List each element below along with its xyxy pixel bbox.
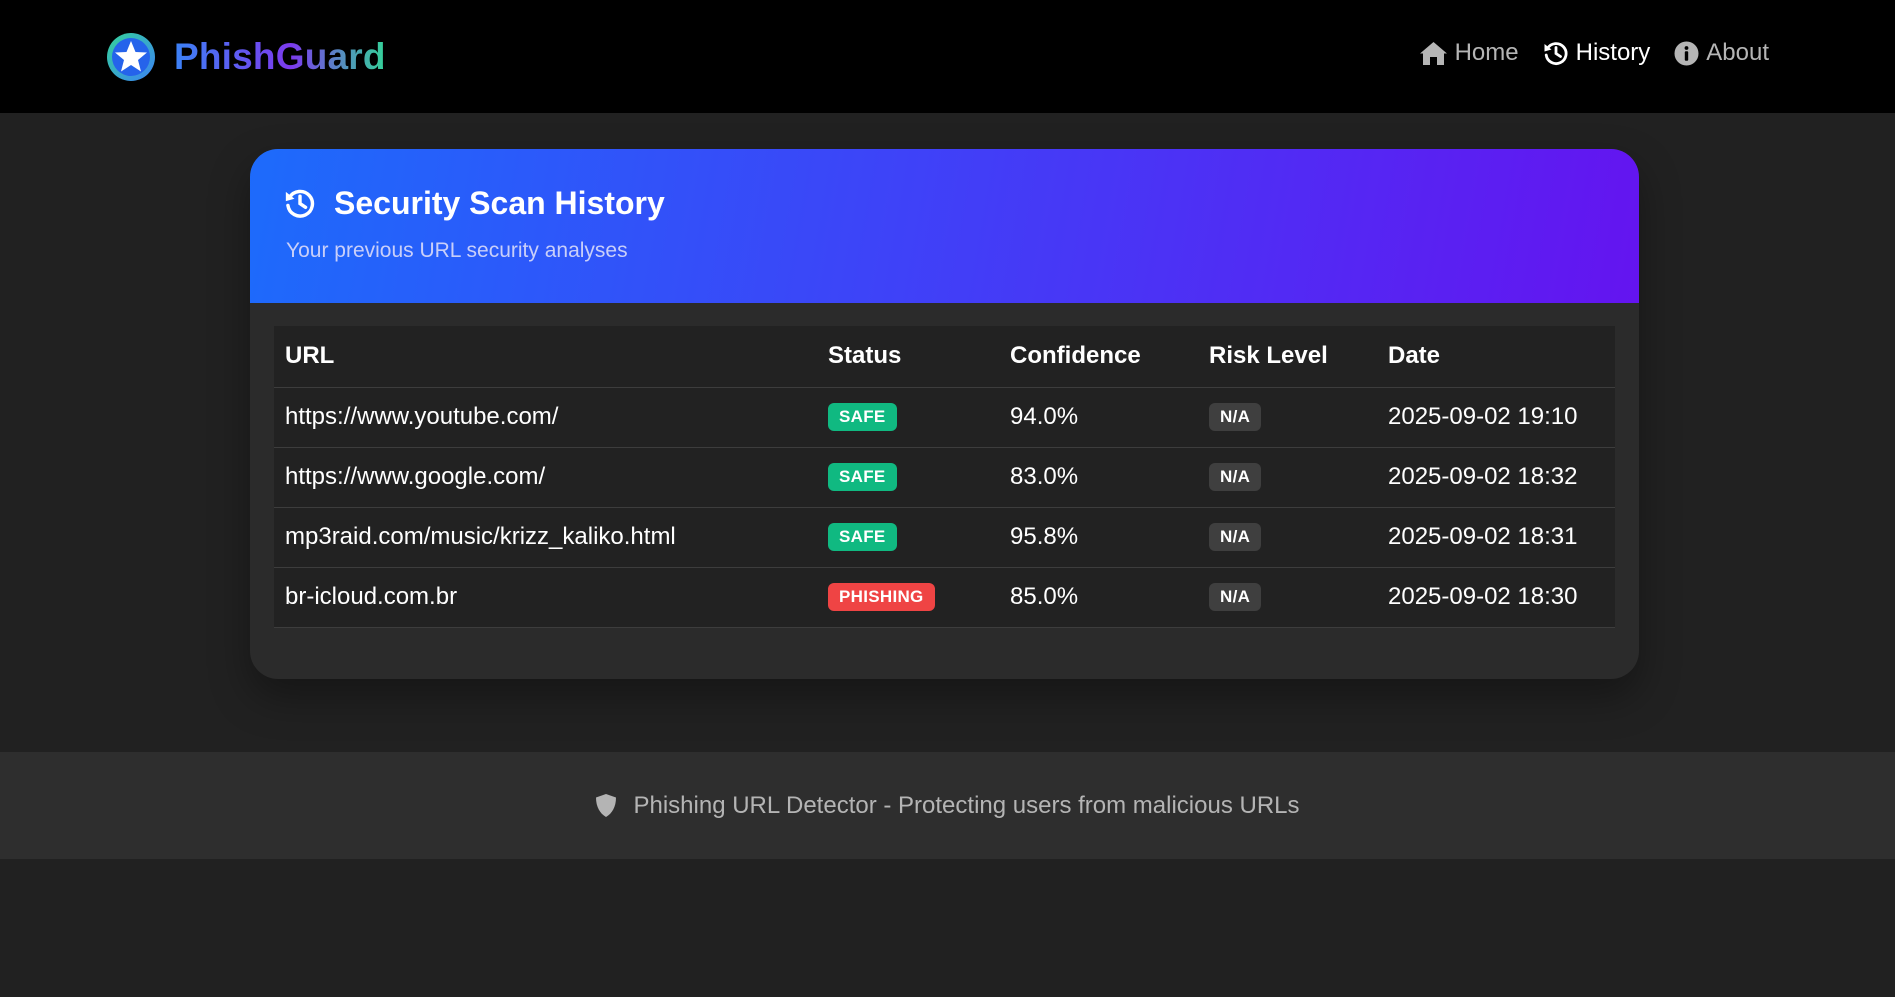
history-icon bbox=[285, 189, 315, 218]
url-cell: https://www.youtube.com/ bbox=[274, 387, 817, 448]
footer-content: Phishing URL Detector - Protecting users… bbox=[595, 791, 1300, 820]
table-header-row: URL Status Confidence Risk Level Date bbox=[274, 326, 1615, 388]
card-header: Security Scan History Your previous URL … bbox=[250, 149, 1639, 303]
table-row: https://www.google.com/ SAFE 83.0% N/A 2… bbox=[274, 447, 1615, 508]
status-badge: SAFE bbox=[828, 523, 897, 552]
risk-cell: N/A bbox=[1198, 507, 1377, 568]
nav-links: Home History About bbox=[1419, 33, 1769, 73]
risk-badge: N/A bbox=[1209, 583, 1262, 612]
column-header-url: URL bbox=[274, 326, 817, 388]
shield-icon bbox=[596, 794, 617, 817]
url-cell: https://www.google.com/ bbox=[274, 447, 817, 508]
table-row: mp3raid.com/music/krizz_kaliko.html SAFE… bbox=[274, 507, 1615, 568]
risk-cell: N/A bbox=[1198, 447, 1377, 508]
url-cell: br-icloud.com.br bbox=[274, 567, 817, 628]
history-table: URL Status Confidence Risk Level Date ht… bbox=[274, 326, 1615, 628]
nav-about-label: About bbox=[1706, 39, 1769, 66]
card-title: Security Scan History bbox=[284, 183, 665, 223]
status-cell: PHISHING bbox=[817, 567, 999, 628]
footer-text: Phishing URL Detector - Protecting users… bbox=[633, 791, 1300, 819]
date-cell: 2025-09-02 19:10 bbox=[1377, 387, 1615, 448]
footer: Phishing URL Detector - Protecting users… bbox=[0, 752, 1895, 859]
status-badge: SAFE bbox=[828, 403, 897, 432]
confidence-cell: 95.8% bbox=[999, 507, 1198, 568]
risk-badge: N/A bbox=[1209, 523, 1262, 552]
nav-about-link[interactable]: About bbox=[1674, 39, 1769, 67]
status-badge: SAFE bbox=[828, 463, 897, 492]
info-icon bbox=[1674, 41, 1699, 65]
column-header-status: Status bbox=[817, 326, 999, 388]
date-cell: 2025-09-02 18:31 bbox=[1377, 507, 1615, 568]
history-card: Security Scan History Your previous URL … bbox=[250, 149, 1639, 679]
status-cell: SAFE bbox=[817, 387, 999, 448]
table-row: br-icloud.com.br PHISHING 85.0% N/A 2025… bbox=[274, 567, 1615, 628]
risk-cell: N/A bbox=[1198, 387, 1377, 448]
home-icon bbox=[1419, 41, 1447, 65]
risk-badge: N/A bbox=[1209, 403, 1262, 432]
column-header-confidence: Confidence bbox=[999, 326, 1198, 388]
confidence-cell: 94.0% bbox=[999, 387, 1198, 448]
history-icon bbox=[1544, 42, 1568, 65]
risk-badge: N/A bbox=[1209, 463, 1262, 492]
status-cell: SAFE bbox=[817, 507, 999, 568]
brand-name: PhishGuard bbox=[174, 31, 386, 83]
nav-home-label: Home bbox=[1454, 39, 1519, 66]
page-subtitle: Your previous URL security analyses bbox=[286, 239, 628, 262]
column-header-risk-level: Risk Level bbox=[1198, 326, 1377, 388]
risk-cell: N/A bbox=[1198, 567, 1377, 628]
brand-link[interactable]: PhishGuard bbox=[106, 31, 386, 83]
confidence-cell: 83.0% bbox=[999, 447, 1198, 508]
column-header-date: Date bbox=[1377, 326, 1615, 388]
nav-home-link[interactable]: Home bbox=[1419, 39, 1519, 67]
navbar: PhishGuard Home History About bbox=[0, 0, 1895, 113]
status-badge: PHISHING bbox=[828, 583, 935, 612]
confidence-cell: 85.0% bbox=[999, 567, 1198, 628]
star-badge-icon bbox=[107, 33, 155, 81]
page-title: Security Scan History bbox=[334, 185, 665, 221]
nav-history-label: History bbox=[1575, 39, 1651, 66]
date-cell: 2025-09-02 18:30 bbox=[1377, 567, 1615, 628]
status-cell: SAFE bbox=[817, 447, 999, 508]
url-cell: mp3raid.com/music/krizz_kaliko.html bbox=[274, 507, 817, 568]
table-row: https://www.youtube.com/ SAFE 94.0% N/A … bbox=[274, 387, 1615, 448]
date-cell: 2025-09-02 18:32 bbox=[1377, 447, 1615, 508]
nav-history-link[interactable]: History bbox=[1543, 39, 1651, 67]
